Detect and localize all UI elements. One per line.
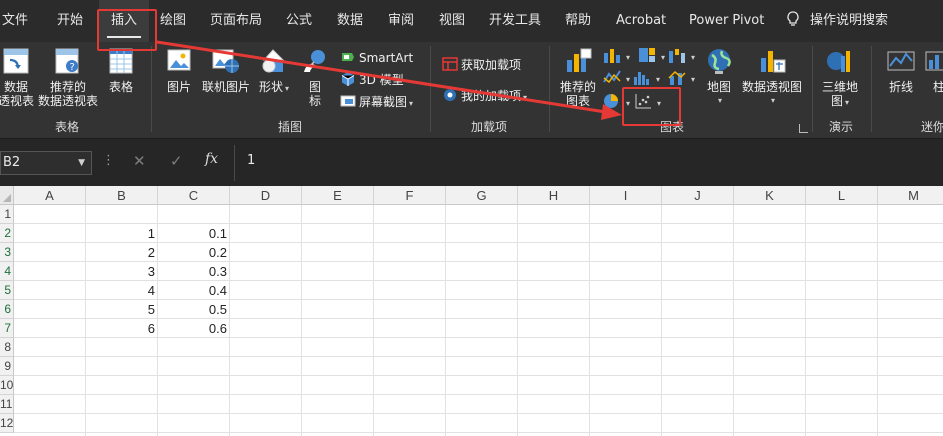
annotation-arrow (156, 40, 622, 120)
